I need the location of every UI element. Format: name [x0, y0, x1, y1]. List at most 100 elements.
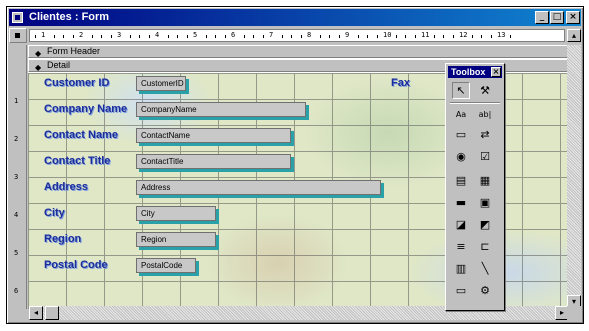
toolbox-title: Toolbox — [451, 67, 486, 77]
command-button-icon[interactable]: ▬ — [452, 194, 470, 211]
toolbox-palette[interactable]: Toolbox × ↖ ⚒ Aa ab| ▭ ⇄ ◉ ☑ ▤ ▦ ▬ ▣ ◪ ◩ ≡ ⊏ ▥ ╲ ▭ ⚙ — [445, 63, 505, 311]
ruler-tick — [244, 35, 245, 38]
form-header-label: Form Header — [47, 46, 101, 56]
ruler-tick — [63, 35, 64, 38]
checkbox-icon[interactable]: ☑ — [476, 148, 494, 165]
ruler-tick — [92, 35, 93, 38]
ruler-tick — [339, 35, 340, 38]
ruler-tick — [377, 35, 378, 38]
tab-control-icon[interactable]: ⊏ — [476, 238, 494, 255]
vertical-scrollbar[interactable]: ▾ — [567, 45, 581, 309]
ruler-tick — [54, 35, 55, 38]
toolbox-title-bar[interactable]: Toolbox × — [448, 66, 502, 78]
contact-title-textbox[interactable]: ContactTitle — [136, 154, 291, 169]
customer-id-label[interactable]: Customer ID — [44, 77, 109, 89]
maximize-button[interactable]: □ — [550, 11, 564, 24]
ruler-row: 1 2 3 4 5 6 7 8 9 10 11 12 13 — [9, 28, 581, 43]
ruler-number: 12 — [459, 31, 468, 39]
company-name-textbox[interactable]: CompanyName — [136, 102, 306, 117]
textbox-tool-icon[interactable]: ab| — [476, 106, 494, 123]
horizontal-scroll-left-button[interactable]: ◂ — [29, 306, 43, 320]
ruler-tick — [329, 35, 330, 38]
combo-box-icon[interactable]: ▤ — [452, 172, 470, 189]
vertical-ruler-number: 5 — [14, 249, 19, 257]
window-title-bar[interactable]: Clientes : Form _ □ × — [9, 9, 581, 26]
ruler-tick — [434, 35, 435, 38]
horizontal-ruler[interactable]: 1 2 3 4 5 6 7 8 9 10 11 12 13 — [29, 29, 565, 42]
contact-name-label[interactable]: Contact Name — [44, 129, 118, 141]
ruler-number: 8 — [307, 31, 312, 39]
line-tool-icon[interactable]: ╲ — [476, 260, 494, 277]
window-title: Clientes : Form — [29, 11, 110, 23]
form-selector[interactable] — [9, 28, 27, 43]
toolbox-close-button[interactable]: × — [491, 67, 501, 77]
option-group-icon[interactable]: ▭ — [452, 126, 470, 143]
label-tool-icon[interactable]: Aa — [452, 106, 470, 123]
vertical-ruler-number: 1 — [14, 97, 19, 105]
horizontal-scroll-thumb[interactable] — [45, 306, 59, 320]
minimize-button[interactable]: _ — [535, 11, 549, 24]
ruler-tick — [443, 35, 444, 38]
page-break-icon[interactable]: ≡ — [452, 238, 470, 255]
ruler-tick — [396, 35, 397, 38]
ruler-tick — [481, 35, 482, 38]
postal-code-textbox[interactable]: PostalCode — [136, 258, 196, 273]
ruler-tick — [139, 35, 140, 38]
form-header-section-bar[interactable]: ◆ Form Header — [28, 45, 569, 58]
address-textbox[interactable]: Address — [136, 180, 381, 195]
ruler-tick — [510, 35, 511, 38]
ruler-number: 7 — [269, 31, 274, 39]
rectangle-tool-icon[interactable]: ▭ — [452, 282, 470, 299]
image-tool-icon[interactable]: ▣ — [476, 194, 494, 211]
size-grip[interactable] — [567, 306, 581, 320]
ruler-tick — [358, 35, 359, 38]
contact-name-textbox[interactable]: ContactName — [136, 128, 291, 143]
address-label[interactable]: Address — [44, 181, 88, 193]
more-controls-icon[interactable]: ⚙ — [476, 282, 494, 299]
company-name-label[interactable]: Company Name — [44, 103, 127, 115]
postal-code-label[interactable]: Postal Code — [44, 259, 108, 271]
ruler-number: 11 — [421, 31, 430, 39]
ruler-tick — [415, 35, 416, 38]
close-button[interactable]: × — [566, 11, 580, 24]
ruler-number: 2 — [79, 31, 84, 39]
ruler-number: 3 — [117, 31, 122, 39]
ruler-number: 13 — [497, 31, 506, 39]
region-textbox[interactable]: Region — [136, 232, 216, 247]
ruler-tick — [301, 35, 302, 38]
vertical-ruler-number: 2 — [14, 135, 19, 143]
ruler-tick — [367, 35, 368, 38]
bound-object-frame-icon[interactable]: ◩ — [476, 216, 494, 233]
ruler-number: 6 — [231, 31, 236, 39]
section-marker-icon: ◆ — [35, 49, 42, 58]
ruler-tick — [206, 35, 207, 38]
toolbox-separator — [450, 102, 500, 104]
customer-id-textbox[interactable]: CustomerID — [136, 76, 186, 91]
vertical-ruler-number: 3 — [14, 173, 19, 181]
vertical-ruler[interactable]: 1 2 3 4 5 6 — [9, 45, 27, 309]
ruler-tick — [215, 35, 216, 38]
ruler-tick — [225, 35, 226, 38]
select-objects-icon[interactable]: ↖ — [452, 82, 470, 99]
city-textbox[interactable]: City — [136, 206, 216, 221]
subform-icon[interactable]: ▥ — [452, 260, 470, 277]
ruler-tick — [472, 35, 473, 38]
unbound-object-frame-icon[interactable]: ◪ — [452, 216, 470, 233]
region-label[interactable]: Region — [44, 233, 81, 245]
ruler-tick — [168, 35, 169, 38]
vertical-ruler-number: 4 — [14, 211, 19, 219]
contact-title-label[interactable]: Contact Title — [44, 155, 110, 167]
vertical-scroll-up-button[interactable]: ▴ — [567, 29, 581, 42]
ruler-tick — [491, 35, 492, 38]
detail-label: Detail — [47, 60, 71, 70]
ruler-tick — [253, 35, 254, 38]
fax-label[interactable]: Fax — [391, 77, 410, 89]
ruler-tick — [320, 35, 321, 38]
city-label[interactable]: City — [44, 207, 65, 219]
list-box-icon[interactable]: ▦ — [476, 172, 494, 189]
ruler-tick — [149, 35, 150, 38]
toggle-button-icon[interactable]: ⇄ — [476, 126, 494, 143]
option-button-icon[interactable]: ◉ — [452, 148, 470, 165]
control-wizards-icon[interactable]: ⚒ — [476, 82, 494, 99]
ruler-tick — [35, 35, 36, 38]
